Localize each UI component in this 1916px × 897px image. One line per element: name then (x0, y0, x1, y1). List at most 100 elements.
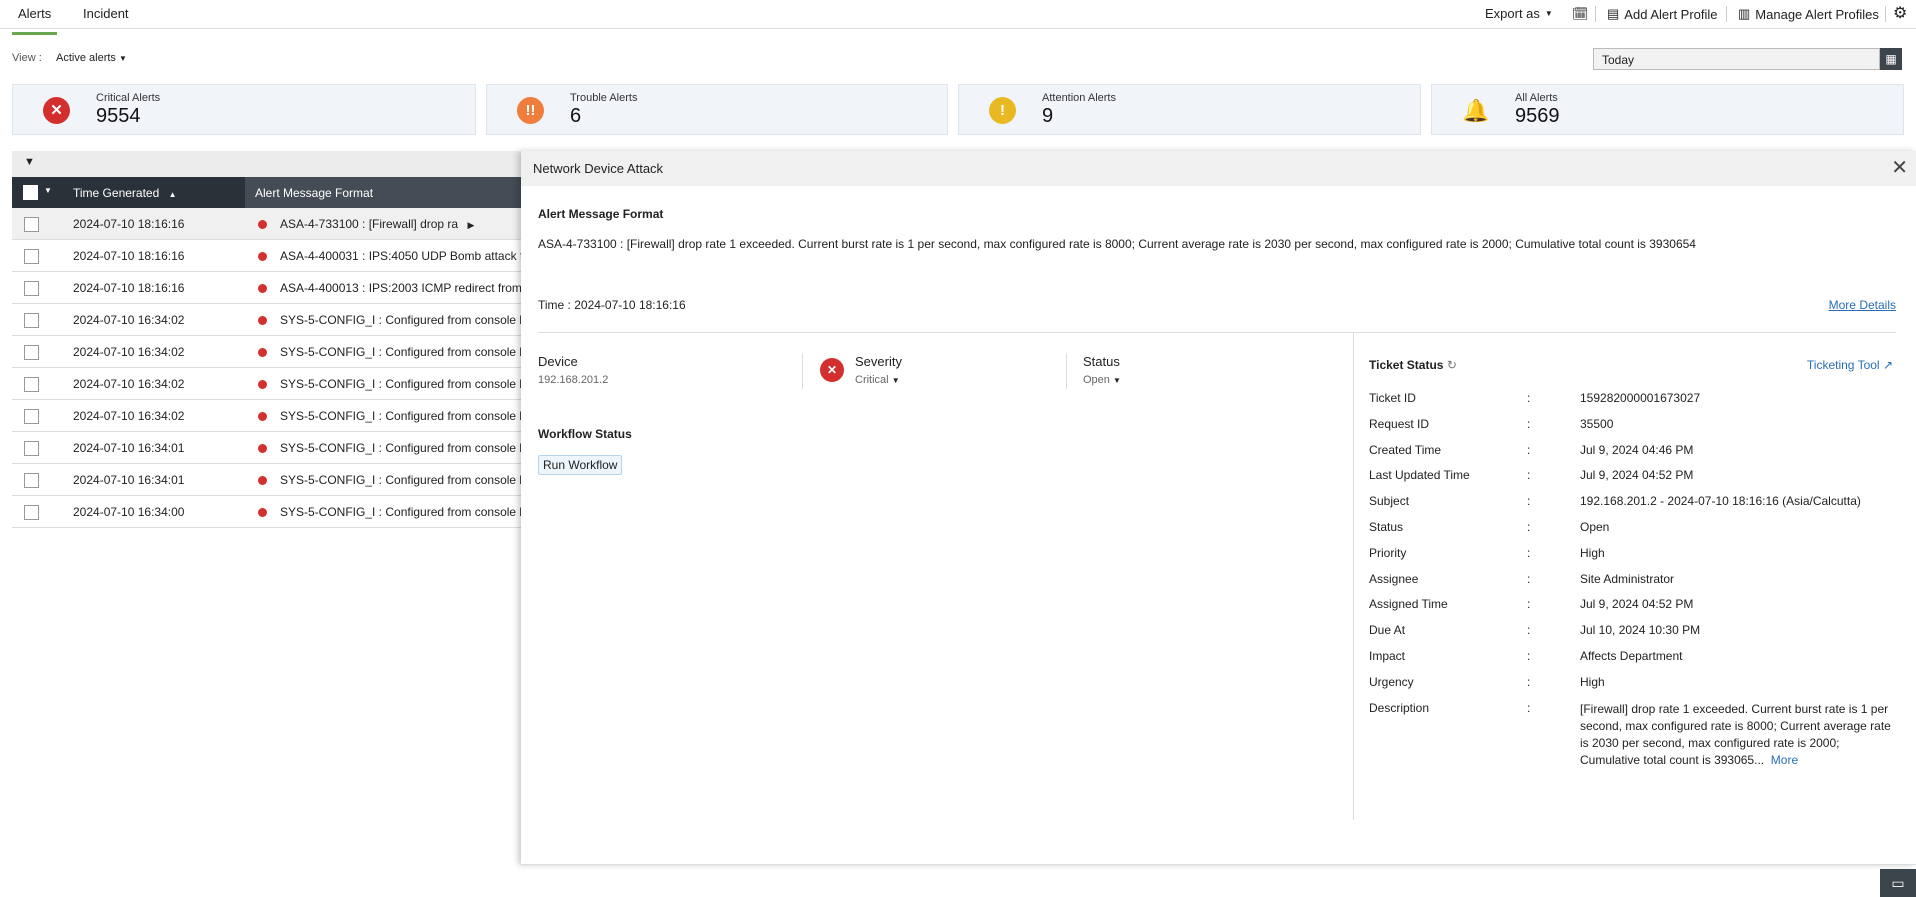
manage-alert-profiles-button[interactable]: ▥ Manage Alert Profiles (1738, 6, 1879, 22)
field-value: Jul 9, 2024 04:52 PM (1580, 597, 1694, 612)
calendar-icon[interactable]: ▦ (1880, 48, 1902, 70)
close-icon[interactable]: ✕ (1891, 155, 1908, 180)
row-checkbox[interactable] (24, 409, 39, 424)
alert-message: ASA-4-733100 : [Firewall] drop ra ▶ (280, 217, 522, 231)
caret-right-icon[interactable]: ▶ (467, 220, 474, 230)
time-generated: 2024-07-10 18:16:16 (73, 249, 185, 263)
more-details-link[interactable]: More Details (1829, 298, 1896, 312)
field-value: 159282000001673027 (1580, 391, 1701, 405)
caret-down-icon: ▼ (891, 376, 900, 385)
view-label: View : (12, 52, 42, 64)
table-row[interactable]: 2024-07-10 16:34:00 SYS-5-CONFIG_I : Conf… (12, 496, 522, 528)
row-checkbox[interactable] (24, 505, 39, 520)
table-row[interactable]: 2024-07-10 16:34:01 SYS-5-CONFIG_I : Conf… (12, 432, 522, 464)
field-label: Subject (1369, 494, 1410, 509)
row-checkbox[interactable] (24, 473, 39, 488)
critical-dot-icon (258, 444, 267, 453)
export-as-button[interactable]: Export as ▼ (1485, 6, 1553, 21)
table-row[interactable]: 2024-07-10 18:16:16 ASA-4-733100 : [Firew… (12, 208, 522, 240)
field-colon: : (1527, 571, 1531, 586)
field-value: Site Administrator (1580, 571, 1675, 586)
field-label: Status (1369, 520, 1404, 534)
schedule-report-icon[interactable]: 🗓 (1572, 6, 1589, 22)
add-alert-profile-button[interactable]: ▤ Add Alert Profile (1607, 6, 1718, 22)
external-link-icon: ↗ (1882, 358, 1893, 372)
attention-alerts-card[interactable]: ! Attention Alerts 9 (958, 84, 1421, 135)
field-colon: : (1527, 468, 1531, 483)
field-label: Urgency (1369, 674, 1414, 689)
column-alert-message-format[interactable]: Alert Message Format (255, 186, 373, 200)
row-checkbox[interactable] (24, 441, 39, 456)
alert-message-text: SYS-5-CONFIG_I : Configured from console… (280, 441, 522, 455)
ticket-status-heading: Ticket Status ↻ (1369, 358, 1457, 372)
date-range-input[interactable]: Today (1593, 48, 1880, 70)
tab-incident[interactable]: Incident (83, 6, 129, 21)
time-generated: 2024-07-10 16:34:01 (73, 473, 185, 487)
all-alerts-card[interactable]: 🔔 All Alerts 9569 (1431, 84, 1904, 135)
card-label: Critical Alerts (96, 92, 161, 104)
table-row[interactable]: 2024-07-10 16:34:02 SYS-5-CONFIG_I : Conf… (12, 304, 522, 336)
row-checkbox[interactable] (24, 377, 39, 392)
alert-message-text: SYS-5-CONFIG_I : Configured from console… (280, 345, 522, 359)
description-more-link[interactable]: More (1771, 753, 1798, 767)
tab-alerts[interactable]: Alerts (12, 6, 58, 35)
field-colon: : (1527, 545, 1531, 560)
alert-time: Time : 2024-07-10 18:16:16 (538, 298, 686, 312)
view-dropdown[interactable]: Active alerts ▼ (56, 52, 127, 64)
time-generated: 2024-07-10 16:34:02 (73, 409, 185, 423)
divider (538, 332, 1896, 333)
ticketing-tool-link[interactable]: Ticketing Tool ↗ (1807, 358, 1893, 372)
field-label: Priority (1369, 545, 1407, 560)
field-colon: : (1527, 701, 1531, 715)
select-all-checkbox[interactable] (23, 185, 38, 200)
table-row[interactable]: 2024-07-10 16:34:02 SYS-5-CONFIG_I : Conf… (12, 368, 522, 400)
field-label: Request ID (1369, 416, 1430, 431)
refresh-icon[interactable]: ↻ (1447, 358, 1457, 372)
table-row[interactable]: 2024-07-10 18:16:16 ASA-4-400031 : IPS:40… (12, 240, 522, 272)
critical-x-icon: ✕ (43, 97, 70, 124)
caret-down-icon: ▼ (118, 54, 127, 63)
caret-down-icon: ▼ (1112, 376, 1121, 385)
field-value: Open (1580, 520, 1610, 534)
amf-text: ASA-4-733100 : [Firewall] drop rate 1 ex… (538, 237, 1696, 251)
row-checkbox[interactable] (24, 217, 39, 232)
field-value: High (1580, 545, 1605, 560)
filter-icon[interactable]: ▼ (24, 156, 35, 168)
status-dropdown[interactable]: Open ▼ (1083, 374, 1121, 386)
chat-icon[interactable]: ▭ (1880, 869, 1916, 897)
alert-message: SYS-5-CONFIG_I : Configured from console… (280, 441, 522, 455)
workflow-heading: Workflow Status (538, 427, 632, 441)
field-colon: : (1527, 442, 1531, 457)
row-checkbox[interactable] (24, 313, 39, 328)
alert-message-text: SYS-5-CONFIG_I : Configured from console… (280, 409, 522, 423)
table-header: ▼ Time Generated ▲ Alert Message Format (12, 177, 522, 208)
critical-alerts-card[interactable]: ✕ Critical Alerts 9554 (12, 84, 476, 135)
panel-header: Network Device Attack ✕ (521, 151, 1916, 186)
ticketing-tool-label: Ticketing Tool (1806, 358, 1880, 372)
table-row[interactable]: 2024-07-10 18:16:16 ASA-4-400013 : IPS:20… (12, 272, 522, 304)
field-label: Assigned Time (1369, 597, 1448, 612)
field-colon: : (1527, 494, 1531, 509)
trouble-alerts-card[interactable]: !! Trouble Alerts 6 (486, 84, 948, 135)
run-workflow-button[interactable]: Run Workflow (538, 455, 623, 475)
row-checkbox[interactable] (24, 345, 39, 360)
alert-message-text: ASA-4-400031 : IPS:4050 UDP Bomb attack … (280, 249, 522, 263)
row-checkbox[interactable] (24, 281, 39, 296)
column-time-generated[interactable]: Time Generated ▲ (62, 177, 245, 208)
severity-dropdown[interactable]: Critical ▼ (855, 374, 900, 386)
settings-gear-icon[interactable]: ⚙ (1893, 3, 1907, 23)
critical-severity-icon: ✕ (820, 358, 844, 382)
description-value: [Firewall] drop rate 1 exceeded. Current… (1580, 702, 1891, 767)
amf-heading: Alert Message Format (538, 207, 664, 221)
caret-down-icon[interactable]: ▼ (44, 186, 52, 195)
critical-dot-icon (258, 220, 267, 229)
field-label: Ticket ID (1369, 391, 1416, 405)
device-label: Device (538, 354, 578, 369)
table-row[interactable]: 2024-07-10 16:34:02 SYS-5-CONFIG_I : Conf… (12, 336, 522, 368)
attention-exclamation-icon: ! (989, 97, 1016, 124)
ticket-status-label: Ticket Status (1369, 358, 1444, 372)
table-row[interactable]: 2024-07-10 16:34:01 SYS-5-CONFIG_I : Conf… (12, 464, 522, 496)
row-checkbox[interactable] (24, 249, 39, 264)
table-row[interactable]: 2024-07-10 16:34:02 SYS-5-CONFIG_I : Conf… (12, 400, 522, 432)
sort-asc-icon: ▲ (168, 190, 177, 199)
